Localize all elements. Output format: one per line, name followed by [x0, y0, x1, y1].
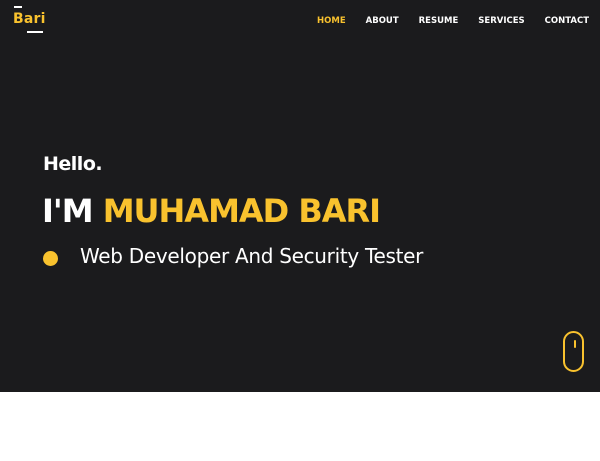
main-nav: HOME ABOUT RESUME SERVICES CONTACT [297, 15, 589, 27]
nav-item-services[interactable]: SERVICES [478, 15, 524, 27]
hero-name: MUHAMAD BARI [102, 192, 381, 230]
logo-text: Bari [13, 11, 46, 27]
logo[interactable]: Bari [13, 6, 45, 34]
nav-item-contact[interactable]: CONTACT [545, 15, 589, 27]
mouse-wheel-icon [573, 340, 576, 348]
hero-name-prefix: I'M [42, 192, 103, 230]
hero-name-line: I'M MUHAMAD BARI [42, 192, 381, 230]
hero-section: Bari HOME ABOUT RESUME SERVICES CONTACT … [0, 0, 600, 392]
logo-bottom-bar [27, 31, 43, 33]
hero-tagline: Web Developer And Security Tester [80, 244, 424, 268]
logo-top-bar [14, 6, 22, 8]
nav-item-about[interactable]: ABOUT [366, 15, 399, 27]
hero-greeting: Hello. [43, 153, 103, 175]
mouse-icon[interactable] [563, 331, 584, 372]
nav-item-home[interactable]: HOME [317, 15, 346, 27]
nav-item-resume[interactable]: RESUME [419, 15, 459, 27]
tagline-dot-icon [43, 251, 58, 266]
